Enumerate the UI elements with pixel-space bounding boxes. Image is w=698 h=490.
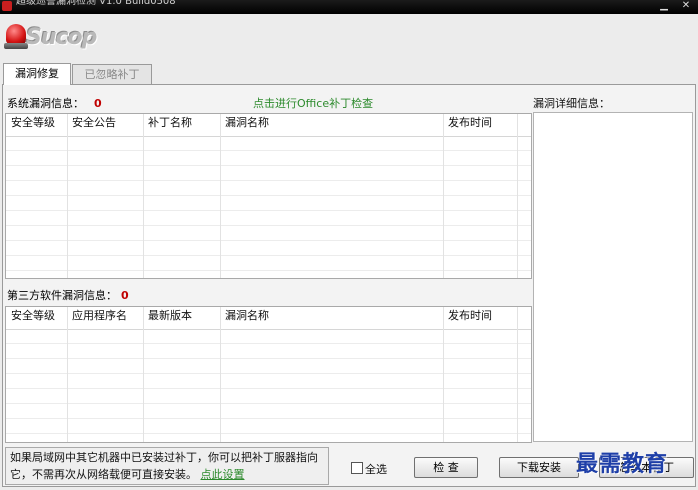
tab-vulnerability-repair[interactable]: 漏洞修复 [3,63,71,85]
col-security-bulletin[interactable]: 安全公告 [67,114,143,136]
select-all-label: 全选 [365,463,387,476]
download-install-button[interactable]: 下载安装 [499,457,579,478]
settings-link[interactable]: 点此设置 [201,468,245,481]
app-icon [2,1,12,11]
close-button[interactable]: ✕ [680,1,692,12]
watermark: 最需教育 [576,451,669,477]
third-party-vuln-label-text: 第三方软件漏洞信息： [7,289,117,302]
system-vuln-label: 系统漏洞信息： 0 [7,95,102,111]
select-all-checkbox[interactable]: 全选 [351,461,387,477]
system-vuln-label-text: 系统漏洞信息： [7,97,84,110]
sucop-logo: Sucop [4,20,104,58]
lan-notice: 如果局域网中其它机器中已安装过补丁，你可以把补丁服器指向它，不需再次从网络载便可… [5,447,329,485]
app-window: Sucop 漏洞修复 已忽略补丁 系统漏洞信息： 0 点击进行Office补丁检查… [0,14,698,490]
col-vuln-name[interactable]: 漏洞名称 [220,307,443,329]
col-release-time[interactable]: 发布时间 [443,307,517,329]
siren-icon [6,24,26,44]
col-security-level[interactable]: 安全等级 [6,114,67,136]
logo-text: Sucop [26,25,97,50]
window-title: 超级巡警漏洞检测 V1.0 Build0508 [16,0,176,7]
vuln-detail-label: 漏洞详细信息： [533,97,610,110]
third-party-vuln-label: 第三方软件漏洞信息： 0 [7,287,129,303]
system-vuln-count: 0 [94,97,102,110]
vuln-detail-box[interactable] [533,112,693,442]
system-vuln-table[interactable]: 安全等级 安全公告 补丁名称 漏洞名称 发布时间 [5,113,532,279]
col-application-name[interactable]: 应用程序名 [67,307,143,329]
tab-ignored-patches[interactable]: 已忽略补丁 [72,64,152,84]
third-party-vuln-table[interactable]: 安全等级 应用程序名 最新版本 漏洞名称 发布时间 [5,306,532,443]
check-button[interactable]: 检 查 [414,457,478,478]
main-panel: 系统漏洞信息： 0 点击进行Office补丁检查 安全等级 安全公告 补丁名称 漏… [2,84,696,487]
minimize-button[interactable]: ▁ [658,1,670,12]
checkbox-icon[interactable] [351,462,363,474]
siren-base-icon [4,43,28,49]
office-check-link[interactable]: 点击进行Office补丁检查 [253,95,373,111]
col-release-time[interactable]: 发布时间 [443,114,517,136]
lan-notice-text: 如果局域网中其它机器中已安装过补丁，你可以把补丁服器指向它，不需再次从网络载便可… [10,451,318,481]
third-party-vuln-count: 0 [121,289,129,302]
col-latest-version[interactable]: 最新版本 [143,307,220,329]
col-vuln-name[interactable]: 漏洞名称 [220,114,443,136]
col-security-level[interactable]: 安全等级 [6,307,67,329]
col-patch-name[interactable]: 补丁名称 [143,114,220,136]
title-bar: 超级巡警漏洞检测 V1.0 Build0508 ▁ ✕ [0,0,698,14]
